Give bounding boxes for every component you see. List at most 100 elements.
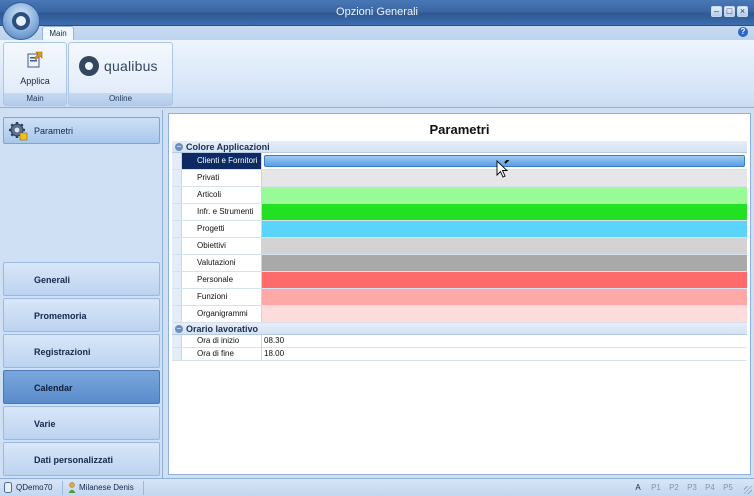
color-swatch[interactable]	[262, 272, 747, 288]
status-separator	[62, 481, 63, 495]
qualibus-logo-text: qualibus	[104, 58, 158, 74]
nav-dati-personalizzati[interactable]: Dati personalizzati	[3, 442, 160, 476]
category-label: Orario lavorativo	[186, 324, 259, 334]
property-row[interactable]: Ora di inizio 08.30	[172, 335, 747, 348]
nav-calendar[interactable]: Calendar	[3, 370, 160, 404]
row-gutter	[172, 306, 182, 322]
left-navigation: Parametri Generali Promemoria Registrazi…	[0, 110, 163, 478]
nav-registrazioni[interactable]: Registrazioni	[3, 334, 160, 368]
help-icon[interactable]: ?	[738, 27, 748, 37]
close-button[interactable]: ×	[737, 6, 748, 17]
row-gutter	[172, 255, 182, 271]
ribbon: Applica Main qualibus Online	[0, 40, 754, 108]
property-row[interactable]: Valutazioni	[172, 255, 747, 272]
row-gutter	[172, 238, 182, 254]
minimize-icon: –	[713, 6, 719, 16]
collapse-icon[interactable]: −	[175, 143, 183, 151]
property-row[interactable]: Ora di fine 18.00	[172, 348, 747, 361]
status-indicator-p4: P4	[705, 483, 715, 492]
row-gutter	[172, 187, 182, 203]
status-bar: QDemo70 Milanese Denis A P1 P2 P3 P4 P5	[0, 478, 754, 496]
status-database: QDemo70	[16, 483, 53, 492]
property-row[interactable]: Organigrammi	[172, 306, 747, 323]
color-swatch[interactable]	[262, 204, 747, 220]
minimize-button[interactable]: –	[711, 6, 722, 17]
group-label-main: Main	[4, 93, 66, 105]
resize-grip[interactable]	[744, 486, 752, 494]
sidebar-item-parametri[interactable]: Parametri	[3, 117, 160, 144]
database-icon	[4, 482, 12, 493]
window-title: Opzioni Generali	[336, 6, 418, 18]
color-swatch[interactable]	[262, 255, 747, 271]
nav-generali[interactable]: Generali	[3, 262, 160, 296]
row-gutter	[172, 348, 182, 360]
main-area: Parametri − Colore Applicazioni Clienti …	[165, 110, 754, 478]
color-swatch[interactable]	[262, 289, 747, 305]
page-title: Parametri	[429, 122, 490, 137]
collapse-icon[interactable]: −	[175, 325, 183, 333]
property-name: Infr. e Strumenti	[182, 204, 262, 220]
nav-promemoria[interactable]: Promemoria	[3, 298, 160, 332]
property-name: Funzioni	[182, 289, 262, 305]
nav-label: Dati personalizzati	[34, 455, 114, 465]
category-orario-lavorativo[interactable]: − Orario lavorativo	[172, 323, 747, 335]
group-label-online: Online	[69, 93, 172, 105]
row-gutter	[172, 335, 182, 347]
property-row[interactable]: Funzioni	[172, 289, 747, 306]
qualibus-logo-icon	[79, 56, 99, 76]
property-name: Privati	[182, 170, 262, 186]
status-user: Milanese Denis	[79, 483, 134, 492]
applica-icon	[27, 51, 43, 68]
color-swatch[interactable]	[262, 221, 747, 237]
time-value[interactable]: 18.00	[262, 348, 747, 360]
ribbon-group-online: qualibus Online	[68, 42, 173, 106]
property-name: Ora di inizio	[182, 335, 262, 347]
nav-label: Registrazioni	[34, 347, 91, 357]
mouse-cursor-icon	[496, 160, 510, 178]
maximize-icon: □	[726, 6, 733, 16]
color-swatch[interactable]	[262, 306, 747, 322]
qualibus-logo[interactable]: qualibus	[79, 56, 158, 76]
window-controls: – □ ×	[711, 6, 748, 17]
property-row[interactable]: Privati	[172, 170, 747, 187]
property-name: Progetti	[182, 221, 262, 237]
ribbon-group-main: Applica Main	[3, 42, 67, 106]
property-row[interactable]: Obiettivi	[172, 238, 747, 255]
ribbon-tab-row	[0, 26, 754, 40]
time-value[interactable]: 08.30	[262, 335, 747, 347]
nav-varie[interactable]: Varie	[3, 406, 160, 440]
property-grid: − Colore Applicazioni Clienti e Fornitor…	[172, 141, 747, 361]
app-orb-button[interactable]	[2, 2, 40, 40]
tab-main[interactable]: Main	[42, 26, 74, 41]
maximize-button[interactable]: □	[724, 6, 735, 17]
applica-button[interactable]: Applica	[4, 76, 66, 86]
status-separator	[143, 481, 144, 495]
user-icon	[68, 482, 76, 493]
nav-label: Promemoria	[34, 311, 87, 321]
nav-label: Varie	[34, 419, 56, 429]
row-gutter	[172, 289, 182, 305]
property-row[interactable]: Progetti	[172, 221, 747, 238]
nav-label: Generali	[34, 275, 71, 285]
property-row[interactable]: Personale	[172, 272, 747, 289]
property-name: Personale	[182, 272, 262, 288]
property-row[interactable]: Articoli	[172, 187, 747, 204]
property-row[interactable]: Clienti e Fornitori	[172, 153, 747, 170]
status-indicator-a: A	[635, 483, 641, 492]
property-name: Organigrammi	[182, 306, 262, 322]
row-gutter	[172, 204, 182, 220]
color-swatch[interactable]	[262, 187, 747, 203]
status-indicator-p5: P5	[723, 483, 733, 492]
property-name: Clienti e Fornitori	[182, 153, 262, 169]
sidebar-item-label: Parametri	[34, 126, 74, 136]
property-panel: Parametri − Colore Applicazioni Clienti …	[168, 113, 751, 475]
property-name: Obiettivi	[182, 238, 262, 254]
nav-label: Calendar	[34, 383, 73, 393]
row-gutter	[172, 221, 182, 237]
property-name: Valutazioni	[182, 255, 262, 271]
property-row[interactable]: Infr. e Strumenti	[172, 204, 747, 221]
color-swatch[interactable]	[262, 238, 747, 254]
category-colore-applicazioni[interactable]: − Colore Applicazioni	[172, 141, 747, 153]
row-gutter	[172, 272, 182, 288]
status-indicator-p2: P2	[669, 483, 679, 492]
